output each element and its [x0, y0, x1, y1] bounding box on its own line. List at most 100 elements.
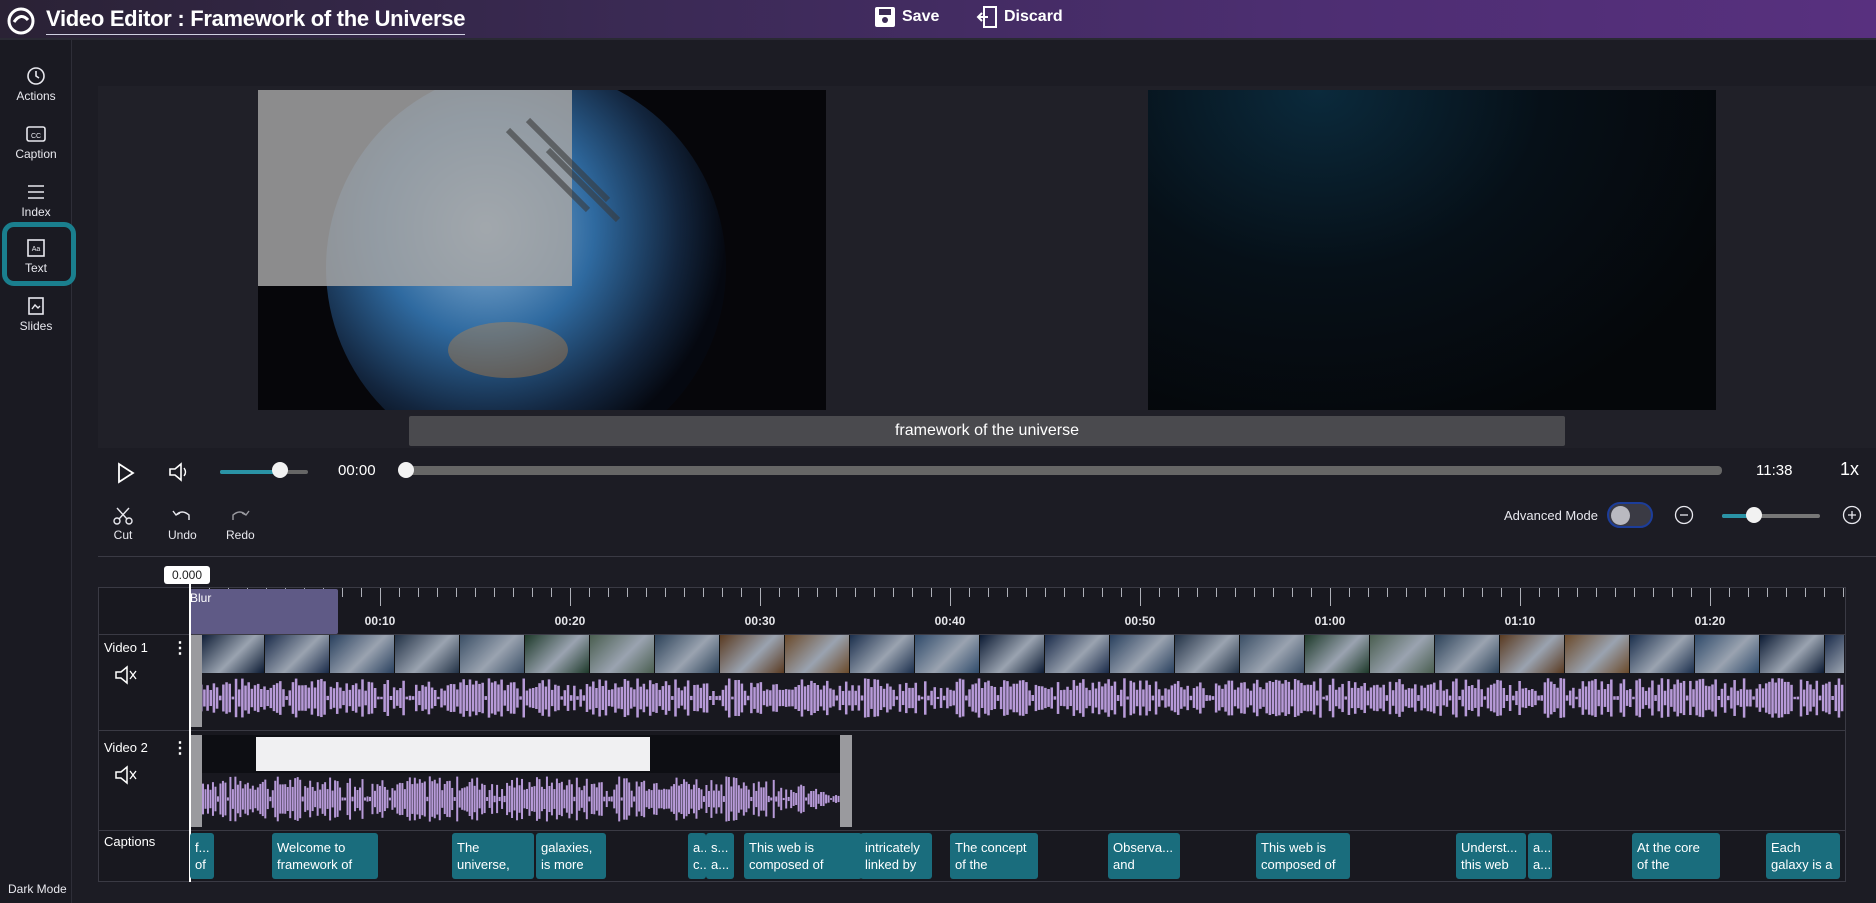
waveform-bar	[717, 790, 720, 808]
caption-block[interactable]: galaxies, is more	[536, 833, 606, 879]
save-button[interactable]: Save	[874, 6, 939, 28]
volume-icon[interactable]	[168, 462, 192, 482]
playback-speed-button[interactable]: 1x	[1840, 459, 1859, 480]
track-menu-video-2[interactable]: ⋮	[172, 738, 188, 758]
sidebar-item-slides[interactable]: Slides	[0, 286, 72, 342]
toggle-knob	[1611, 506, 1630, 525]
waveform-bar	[313, 687, 317, 709]
waveform-bar	[298, 685, 301, 711]
waveform-bar	[540, 786, 543, 812]
caption-block[interactable]: This web is composed of	[744, 833, 862, 879]
waveform-bar	[625, 778, 628, 820]
waveform-bar	[446, 781, 449, 817]
timeline-ruler[interactable]: 00:10 00:20 00:30 00:40 00:50 01:00 01:10 01:20	[190, 588, 1844, 634]
waveform-bar	[491, 784, 494, 814]
waveform-bar	[367, 681, 371, 715]
caption-block[interactable]: intricately linked by	[860, 833, 932, 879]
zoom-in-icon[interactable]	[1842, 505, 1862, 525]
clip-trim-handle[interactable]	[190, 735, 202, 827]
sidebar-item-index[interactable]: Index	[0, 172, 72, 228]
waveform-bar	[1053, 696, 1057, 700]
video-1-thumbnails[interactable]	[200, 635, 1844, 673]
caption-block[interactable]: At the core of the	[1632, 833, 1720, 879]
caption-block[interactable]: a... a...	[1528, 833, 1552, 879]
undo-button[interactable]: Undo	[168, 506, 197, 542]
waveform-bar	[1711, 684, 1714, 712]
waveform-bar	[1230, 680, 1234, 716]
waveform-bar	[1180, 687, 1183, 709]
waveform-bar	[519, 696, 522, 700]
waveform-bar	[618, 776, 621, 822]
zoom-slider[interactable]	[1722, 514, 1820, 518]
cut-button[interactable]: Cut	[112, 506, 134, 542]
waveform-bar	[541, 680, 544, 716]
waveform-bar	[803, 686, 807, 710]
ruler-tick	[1064, 588, 1065, 597]
waveform-bar	[253, 685, 257, 711]
ruler-tick	[1425, 588, 1426, 597]
blur-effect-clip[interactable]	[190, 589, 338, 634]
caption-block[interactable]: The concept of the	[950, 833, 1038, 879]
waveform-bar	[623, 679, 627, 717]
volume-slider[interactable]	[220, 470, 308, 474]
waveform-bar	[1278, 680, 1281, 716]
caption-block[interactable]: The universe,	[452, 833, 534, 879]
waveform-bar	[1727, 695, 1730, 701]
waveform-bar	[1477, 679, 1480, 717]
clip-trim-handle[interactable]	[840, 735, 852, 827]
waveform-bar	[250, 688, 254, 708]
waveform-bar	[421, 685, 424, 711]
volume-slider-handle[interactable]	[271, 462, 288, 478]
waveform-bar	[212, 683, 216, 713]
play-icon[interactable]	[116, 462, 136, 484]
video-2-thumbnails[interactable]	[202, 735, 850, 773]
waveform-bar	[1363, 682, 1366, 714]
waveform-bar	[506, 782, 509, 816]
caption-block[interactable]: a... c...	[688, 833, 706, 879]
caption-block[interactable]: Observa... and	[1108, 833, 1180, 879]
caption-block[interactable]: Welcome to framework of	[272, 833, 378, 879]
waveform-bar	[314, 790, 317, 808]
waveform-bar	[802, 786, 805, 812]
waveform-bar	[1521, 688, 1525, 708]
discard-button[interactable]: Discard	[976, 6, 1063, 28]
waveform-bar	[254, 789, 257, 809]
waveform-bar	[522, 678, 526, 718]
waveform-bar	[279, 681, 282, 715]
waveform-bar	[1173, 683, 1177, 713]
waveform-bar	[923, 681, 927, 715]
seek-bar[interactable]	[406, 466, 1722, 475]
waveform-bar	[272, 684, 276, 712]
track-volume-icon[interactable]	[114, 665, 138, 685]
caption-block[interactable]: Each galaxy is a	[1766, 833, 1840, 879]
waveform-bar	[1069, 689, 1072, 707]
caption-block[interactable]: f... of	[190, 833, 214, 879]
zoom-out-icon[interactable]	[1674, 505, 1694, 525]
waveform-bar	[1632, 696, 1635, 700]
dark-mode-toggle[interactable]: Dark Mode	[8, 882, 67, 896]
caption-block[interactable]: Underst... this web	[1456, 833, 1526, 879]
waveform-bar	[427, 681, 431, 715]
video-thumbnail	[1695, 635, 1760, 673]
caption-block[interactable]: s... a...	[706, 833, 734, 879]
sidebar-item-caption[interactable]: CC Caption	[0, 114, 72, 170]
advanced-mode-toggle[interactable]	[1607, 502, 1653, 528]
waveform-bar	[462, 679, 465, 717]
zoom-slider-handle[interactable]	[1746, 507, 1763, 523]
track-volume-icon[interactable]	[114, 765, 138, 785]
redo-button[interactable]: Redo	[226, 506, 255, 542]
waveform-bar	[665, 789, 668, 809]
sidebar-item-actions[interactable]: Actions	[0, 56, 72, 112]
waveform-bar	[1407, 688, 1411, 708]
waveform-bar	[1591, 680, 1594, 716]
seek-handle[interactable]	[398, 462, 414, 478]
track-menu-video-1[interactable]: ⋮	[172, 638, 188, 658]
waveform-bar	[1610, 679, 1613, 717]
waveform-bar	[1404, 689, 1408, 707]
ruler-tick	[1045, 588, 1046, 597]
caption-block[interactable]: This web is composed of	[1256, 833, 1350, 879]
waveform-bar	[1319, 678, 1322, 718]
waveform-bar	[1126, 696, 1129, 700]
waveform-bar	[426, 796, 429, 802]
clip-trim-handle[interactable]	[190, 635, 202, 727]
